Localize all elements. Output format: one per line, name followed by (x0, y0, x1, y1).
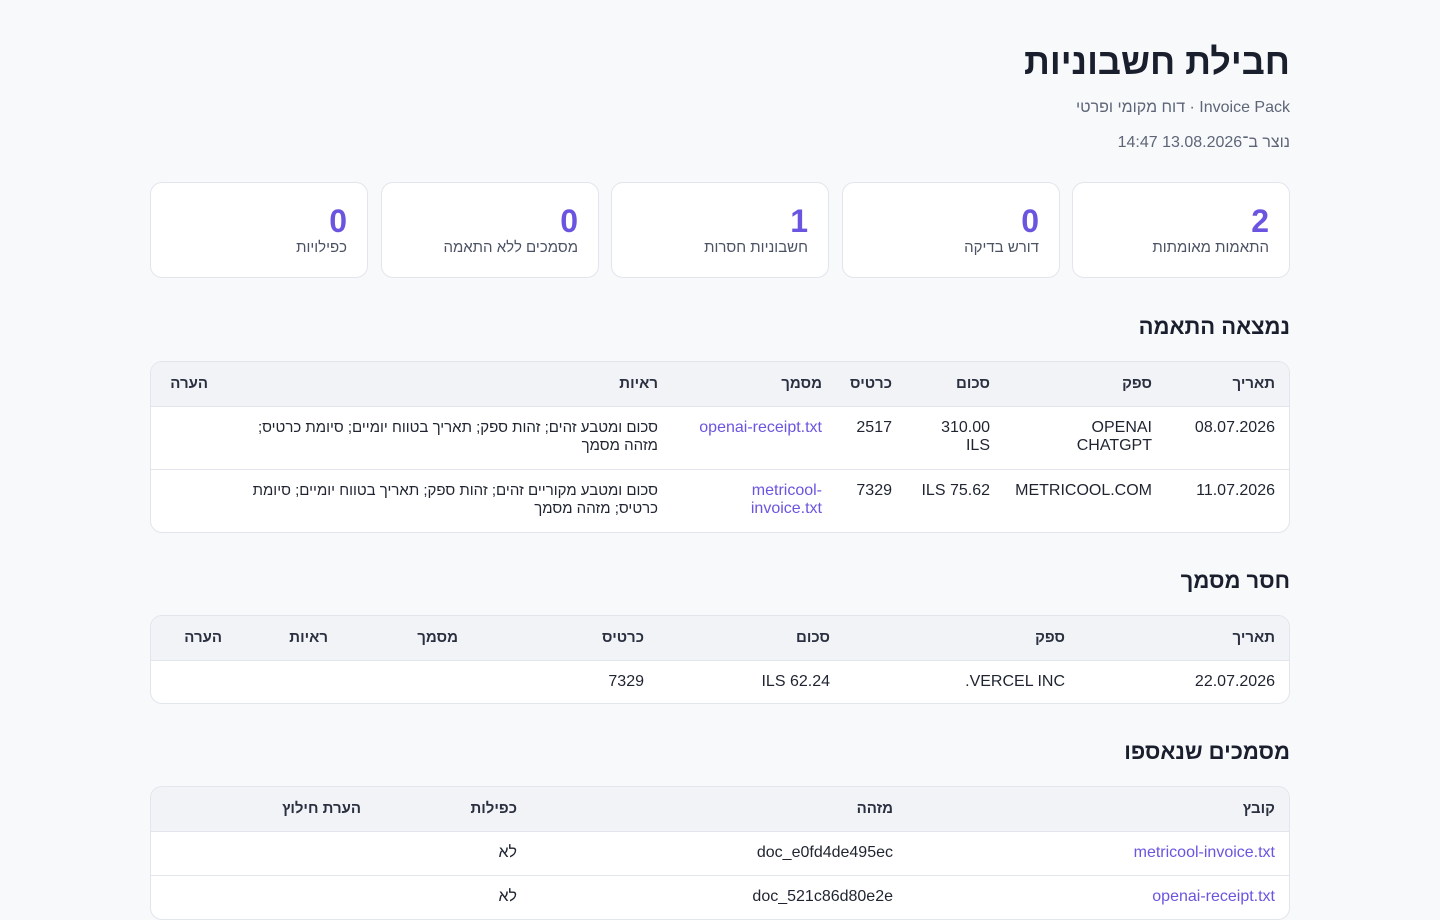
cell-document (342, 660, 472, 703)
cell-file: metricool-invoice.txt (907, 831, 1289, 876)
cell-amount: 62.24 ILS (761, 672, 830, 690)
table-header-row: תאריך ספק סכום כרטיס מסמך ראיות הערה (151, 362, 1289, 407)
cell-evidence: סכום ומטבע מקוריים זהים; זהות ספק; תאריך… (252, 481, 658, 517)
column-header-date: תאריך (1166, 362, 1289, 407)
stat-value: 2 (1251, 203, 1269, 239)
column-header-date: תאריך (1079, 616, 1289, 661)
cell-amount: 75.62 ILS (921, 481, 990, 499)
stat-card-verified: 2 התאמות מאומתות (1072, 182, 1290, 278)
column-header-id: מזהה (531, 787, 907, 832)
stat-card-unmatched: 0 מסמכים ללא התאמה (381, 182, 599, 278)
page-title: חבילת חשבוניות (1023, 41, 1290, 82)
file-link[interactable]: openai-receipt.txt (1152, 888, 1275, 905)
column-header-duplicate: כפילות (375, 787, 531, 832)
cell-note (151, 660, 236, 703)
stat-label: חשבוניות חסרות (704, 239, 808, 256)
stat-label: דורש בדיקה (964, 239, 1039, 256)
cell-extraction-note (151, 831, 375, 876)
document-link[interactable]: metricool-invoice.txt (751, 482, 822, 517)
cell-id: doc_e0fd4de495ec (531, 831, 907, 876)
cell-date: 11.07.2026 (1196, 481, 1275, 499)
table-header-row: קובץ מזהה כפילות הערת חילוץ (151, 787, 1289, 832)
column-header-card: כרטיס (836, 362, 906, 407)
table-header-row: תאריך ספק סכום כרטיס מסמך ראיות הערה (151, 616, 1289, 661)
stat-card-review: 0 דורש בדיקה (842, 182, 1060, 278)
cell-document: metricool-invoice.txt (672, 469, 836, 532)
stat-value: 0 (560, 203, 578, 239)
column-header-vendor: ספק (844, 616, 1079, 661)
matched-table: תאריך ספק סכום כרטיס מסמך ראיות הערה 08.… (150, 361, 1290, 533)
column-header-note: הערה (151, 362, 222, 407)
stat-value: 0 (329, 203, 347, 239)
stats-row: 2 התאמות מאומתות 0 דורש בדיקה 1 חשבוניות… (150, 182, 1290, 278)
cell-id: doc_521c86d80e2e (752, 887, 893, 905)
cell-vendor: VERCEL INC. (965, 672, 1065, 690)
section-heading-missing: חסר מסמך (1180, 568, 1290, 593)
column-header-file: קובץ (907, 787, 1289, 832)
cell-date: 22.07.2026 (1194, 672, 1275, 690)
stat-card-missing: 1 חשבוניות חסרות (611, 182, 829, 278)
cell-evidence: סכום ומטבע זהים; זהות ספק; תאריך בטווח י… (222, 406, 672, 470)
cell-file: openai-receipt.txt (907, 875, 1289, 919)
cell-card: 7329 (856, 481, 892, 499)
file-link[interactable]: metricool-invoice.txt (1134, 844, 1275, 861)
column-header-amount: סכום (658, 616, 844, 661)
cell-duplicate: לא (375, 831, 531, 876)
column-header-evidence: ראיות (222, 362, 672, 407)
cell-document: openai-receipt.txt (672, 406, 836, 470)
stat-value: 1 (790, 203, 808, 239)
column-header-extraction-note: הערת חילוץ (151, 787, 375, 832)
cell-date: 08.07.2026 (1166, 406, 1289, 470)
column-header-evidence: ראיות (236, 616, 342, 661)
table-row: 11.07.2026 METRICOOL.COM 75.62 ILS 7329 … (151, 469, 1289, 532)
table-row: openai-receipt.txt doc_521c86d80e2e לא (151, 875, 1289, 919)
cell-extraction-note (151, 875, 375, 919)
stat-card-duplicates: 0 כפילויות (150, 182, 368, 278)
column-header-vendor: ספק (1004, 362, 1166, 407)
cell-card: 2517 (836, 406, 906, 470)
generated-timestamp: נוצר ב־13.08.2026 14:47 (1117, 134, 1290, 151)
cell-evidence (236, 660, 342, 703)
stat-label: כפילויות (296, 239, 347, 256)
column-header-amount: סכום (906, 362, 1004, 407)
cell-note (151, 406, 222, 470)
cell-note (151, 469, 222, 532)
column-header-document: מסמך (672, 362, 836, 407)
section-heading-collected: מסמכים שנאספו (1124, 739, 1290, 764)
stat-label: מסמכים ללא התאמה (443, 239, 578, 256)
cell-amount: 310.00 ILS (906, 406, 1004, 470)
page-subtitle: Invoice Pack · דוח מקומי ופרטי (1075, 99, 1290, 116)
table-row: metricool-invoice.txt doc_e0fd4de495ec ל… (151, 831, 1289, 876)
stat-value: 0 (1021, 203, 1039, 239)
cell-duplicate: לא (498, 887, 517, 905)
column-header-card: כרטיס (472, 616, 658, 661)
column-header-document: מסמך (342, 616, 472, 661)
missing-table: תאריך ספק סכום כרטיס מסמך ראיות הערה 22.… (150, 615, 1290, 704)
cell-vendor: OPENAI CHATGPT (1004, 406, 1166, 470)
cell-card: 7329 (608, 672, 644, 690)
table-row: 22.07.2026 VERCEL INC. 62.24 ILS 7329 (151, 660, 1289, 703)
cell-vendor: METRICOOL.COM (1015, 481, 1152, 499)
column-header-note: הערה (151, 616, 236, 661)
table-row: 08.07.2026 OPENAI CHATGPT 310.00 ILS 251… (151, 406, 1289, 470)
document-link[interactable]: openai-receipt.txt (699, 419, 822, 436)
stat-label: התאמות מאומתות (1152, 239, 1269, 256)
section-heading-matched: נמצאה התאמה (1138, 314, 1290, 339)
